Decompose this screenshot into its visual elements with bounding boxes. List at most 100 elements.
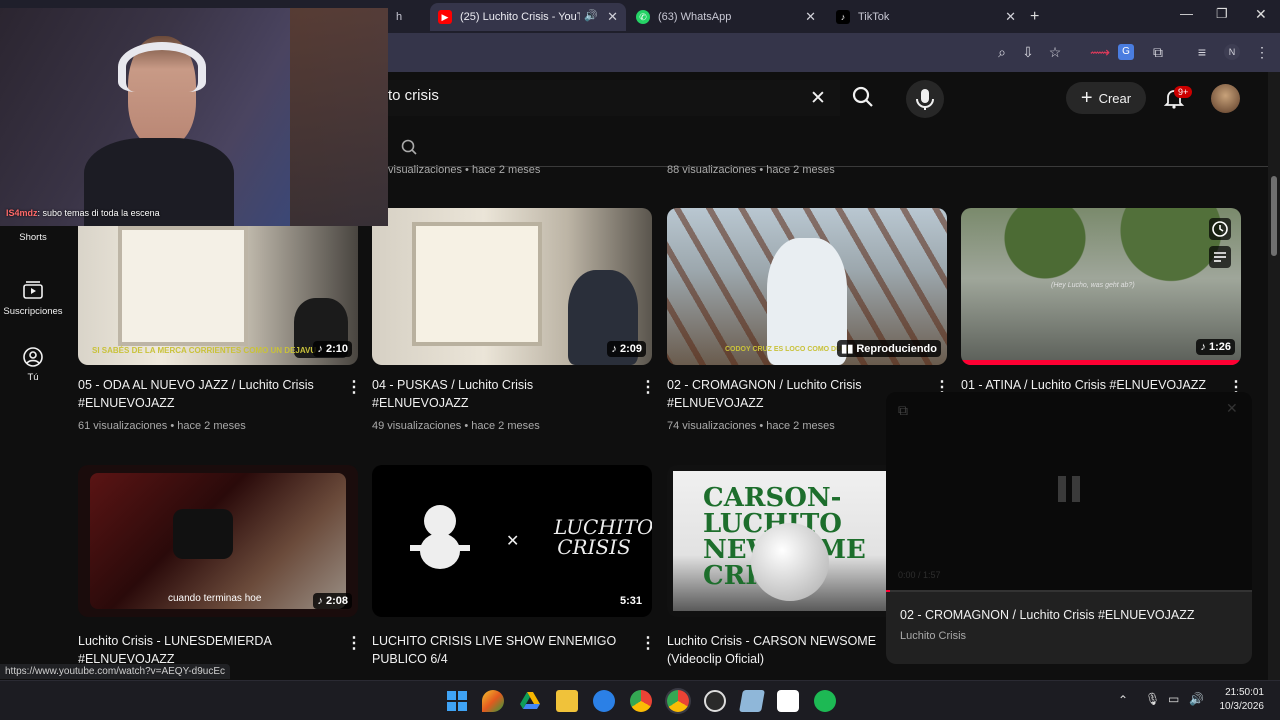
close-tab-icon[interactable]: ✕ [1005, 9, 1016, 25]
minimize-button[interactable]: — [1180, 6, 1193, 21]
thumb-caption: CODOY CRUZ ES LOCO COMO DUKE [725, 346, 851, 353]
expand-miniplayer-icon[interactable]: ⧉ [898, 402, 908, 419]
obs-icon[interactable] [704, 690, 726, 712]
watch-progress-bar [961, 360, 1241, 365]
thumb-camera [173, 509, 233, 559]
file-explorer-icon[interactable] [556, 690, 578, 712]
close-miniplayer-icon[interactable]: ✕ [1226, 400, 1238, 417]
notification-badge: 9+ [1174, 86, 1193, 98]
maximize-button[interactable]: ❐ [1216, 6, 1228, 22]
mini-player[interactable]: ⧉ ✕ 0:00 / 1:57 02 - CROMAGNON / Luchito… [886, 392, 1252, 664]
clear-search-icon[interactable]: ✕ [810, 87, 826, 110]
video-thumbnail[interactable]: CARSON-LUCHITO NEWSOME CRI [667, 465, 886, 617]
queue-icon [1214, 252, 1226, 262]
thumb-caption: SI SABÉS DE LA MERCA CORRIENTES COMO UN … [92, 346, 317, 355]
video-title[interactable]: Luchito Crisis - LUNESDEMIERDA #ELNUEVOJ… [78, 632, 328, 668]
sidebar-item-subscriptions[interactable]: Suscripciones [0, 280, 66, 317]
tab-label: h [396, 11, 403, 23]
translate-icon[interactable]: G [1118, 44, 1134, 60]
video-meta: 74 visualizaciones • hace 2 meses [667, 420, 835, 432]
video-title[interactable]: 04 - PUSKAS / Luchito Crisis #ELNUEVOJAZ… [372, 376, 622, 412]
network-icon[interactable]: ▭ [1168, 692, 1179, 706]
scrollbar-track[interactable] [1268, 72, 1280, 680]
search-input[interactable]: to crisis [380, 80, 840, 116]
video-menu-icon[interactable]: ⋮ [640, 380, 656, 396]
new-tab-button[interactable]: + [1030, 8, 1039, 26]
microphone-tray-icon[interactable]: 🎙 [1145, 692, 1160, 706]
close-window-button[interactable]: ✕ [1255, 6, 1267, 23]
sidebar-item-label: Tú [27, 372, 39, 383]
browser-tab[interactable]: h [388, 3, 434, 31]
app-icon[interactable] [482, 690, 504, 712]
clock-date[interactable]: 10/3/2026 [1216, 701, 1265, 712]
clock-time[interactable]: 21:50:01 [1222, 687, 1264, 698]
mini-player-info: 02 - CROMAGNON / Luchito Crisis #ELNUEVO… [886, 592, 1252, 664]
zoom-icon[interactable]: ⌕ [994, 44, 1010, 60]
watch-later-button[interactable] [1209, 218, 1231, 240]
subscriptions-icon [23, 281, 43, 299]
browser-tab[interactable]: ♪ TikTok ✕ [828, 3, 1024, 31]
sidebar-item-you[interactable]: Tú [0, 346, 66, 383]
browser-tab[interactable]: ✆ (63) WhatsApp ✕ [628, 3, 824, 31]
video-meta: 61 visualizaciones • hace 2 meses [78, 420, 246, 432]
video-thumbnail[interactable]: CODOY CRUZ ES LOCO COMO DUKE ▮▮ Reproduc… [667, 208, 947, 365]
video-thumbnail[interactable]: cuando terminas hoe ♪ 2:08 [78, 465, 358, 617]
media-control-icon[interactable]: ≡ [1194, 44, 1210, 60]
video-title[interactable]: 02 - CROMAGNON / Luchito Crisis #ELNUEVO… [667, 376, 917, 412]
install-icon[interactable]: ⇩ [1020, 44, 1036, 60]
sidebar-item-label: Suscripciones [3, 306, 63, 317]
chrome-profile-icon[interactable] [667, 690, 689, 712]
duration-badge: ♪ 2:09 [607, 341, 646, 357]
scrollbar-thumb[interactable] [1271, 176, 1277, 256]
capcut-icon[interactable] [777, 690, 799, 712]
close-tab-icon[interactable]: ✕ [805, 9, 816, 25]
video-thumbnail[interactable]: ✕ LUCHITO CRISIS 5:31 [372, 465, 652, 617]
voice-search-button[interactable] [906, 80, 944, 118]
chevron-up-icon[interactable]: ⌃ [1118, 693, 1128, 707]
tab-label: TikTok [858, 11, 890, 23]
mini-player-title[interactable]: 02 - CROMAGNON / Luchito Crisis #ELNUEVO… [900, 608, 1195, 622]
mini-player-channel[interactable]: Luchito Crisis [900, 630, 966, 642]
google-drive-icon[interactable] [519, 690, 541, 712]
video-title[interactable]: LUCHITO CRISIS LIVE SHOW ENNEMIGO PUBLIC… [372, 632, 622, 668]
video-title[interactable]: Luchito Crisis - CARSON NEWSOME (Videocl… [667, 632, 887, 668]
tab-label: (63) WhatsApp [658, 11, 732, 23]
video-thumbnail[interactable]: SI SABÉS DE LA MERCA CORRIENTES COMO UN … [78, 208, 358, 365]
profile-avatar[interactable]: N [1224, 44, 1240, 60]
pause-icon[interactable] [1056, 474, 1082, 504]
chrome-icon[interactable] [630, 690, 652, 712]
kebab-menu-icon[interactable]: ⋮ [1254, 44, 1270, 60]
video-menu-icon[interactable]: ⋮ [346, 380, 362, 396]
cartoon-logo-icon [410, 505, 470, 569]
collab-x-icon: ✕ [506, 533, 520, 550]
create-button[interactable]: + Crear [1066, 82, 1146, 114]
puzzle-extensions-icon[interactable]: ⧉ [1150, 44, 1166, 60]
video-title[interactable]: 05 - ODA AL NUEVO JAZZ / Luchito Crisis … [78, 376, 328, 412]
playback-time: 0:00 / 1:57 [898, 570, 941, 580]
webcam-overlay: IS4mdz: subo temas di toda la escena [0, 8, 388, 226]
search-icon[interactable] [400, 138, 418, 156]
video-thumbnail[interactable]: ♪ 2:09 [372, 208, 652, 365]
thumb-window [118, 226, 248, 346]
thumb-window [412, 222, 542, 346]
sidebar-item-shorts[interactable]: Shorts [0, 228, 66, 243]
user-avatar[interactable] [1211, 84, 1240, 113]
thumb-caption: (Hey Lucho, was geht ab?) [1051, 282, 1135, 289]
bookmark-star-icon[interactable]: ☆ [1047, 44, 1063, 60]
browser-tab-active[interactable]: ▶ (25) Luchito Crisis - YouTub 🔊 ✕ [430, 3, 626, 31]
close-tab-icon[interactable]: ✕ [607, 9, 618, 25]
microphone-app-icon[interactable] [593, 690, 615, 712]
video-menu-icon[interactable]: ⋮ [346, 636, 362, 652]
extension-icon[interactable]: ⟿ [1090, 44, 1110, 60]
video-meta: 88 visualizaciones • hace 2 meses [667, 164, 835, 176]
windows-start-icon[interactable] [446, 690, 468, 712]
video-menu-icon[interactable]: ⋮ [640, 636, 656, 652]
volume-icon[interactable]: 🔊 [1189, 692, 1204, 706]
search-icon[interactable] [850, 84, 876, 110]
thumb-caption: cuando terminas hoe [168, 593, 262, 604]
add-to-queue-button[interactable] [1209, 246, 1231, 268]
speaker-icon[interactable]: 🔊 [584, 9, 598, 22]
video-thumbnail[interactable]: (Hey Lucho, was geht ab?) ♪ 1:26 [961, 208, 1241, 365]
app-icon[interactable] [739, 690, 765, 712]
spotify-icon[interactable] [814, 690, 836, 712]
